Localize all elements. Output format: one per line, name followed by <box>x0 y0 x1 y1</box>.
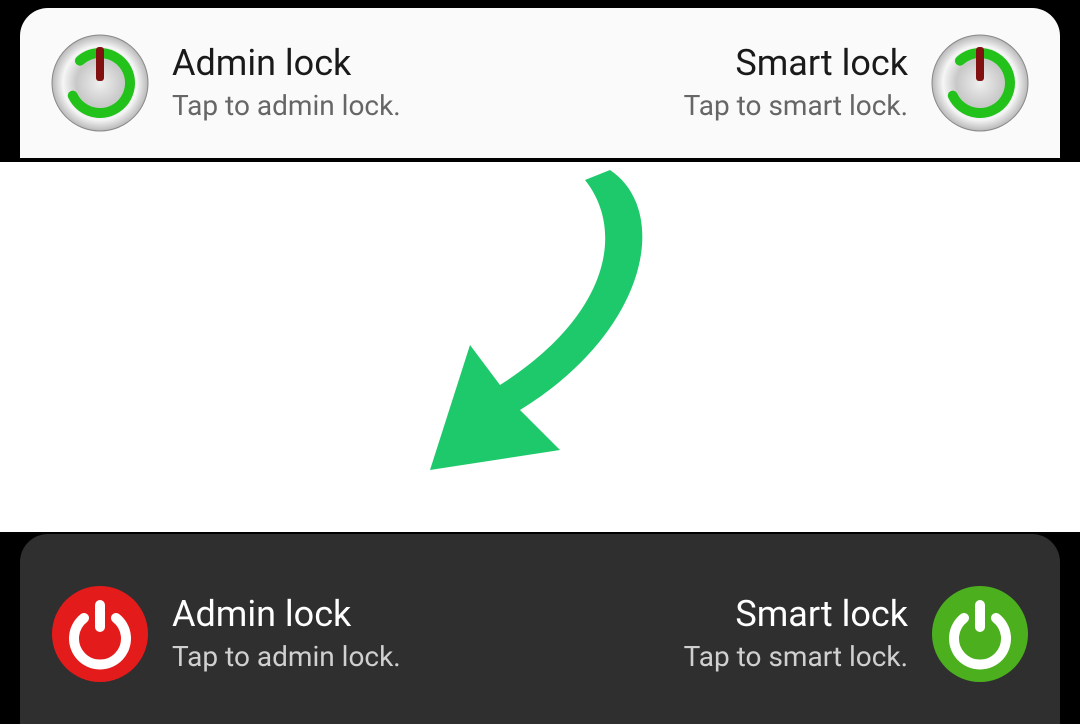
lock-panel-before: Admin lock Tap to admin lock. Smart lock… <box>20 8 1060 158</box>
admin-lock-title: Admin lock <box>172 44 401 84</box>
smart-lock-title: Smart lock <box>684 595 908 635</box>
background-white <box>0 162 1080 532</box>
admin-lock-subtitle: Tap to admin lock. <box>172 640 401 673</box>
admin-lock-button-before[interactable]: Admin lock Tap to admin lock. <box>50 33 401 133</box>
smart-lock-subtitle: Tap to smart lock. <box>684 640 908 673</box>
lock-panel-after: Admin lock Tap to admin lock. Smart lock… <box>20 534 1060 724</box>
admin-lock-title: Admin lock <box>172 595 401 635</box>
smart-lock-title: Smart lock <box>684 44 908 84</box>
smart-lock-subtitle: Tap to smart lock. <box>684 89 908 122</box>
admin-lock-button-after[interactable]: Admin lock Tap to admin lock. <box>50 584 401 684</box>
power-icon <box>930 33 1030 133</box>
smart-lock-button-before[interactable]: Smart lock Tap to smart lock. <box>684 33 1030 133</box>
power-off-icon <box>50 584 150 684</box>
power-icon <box>50 33 150 133</box>
admin-lock-subtitle: Tap to admin lock. <box>172 89 401 122</box>
smart-lock-button-after[interactable]: Smart lock Tap to smart lock. <box>684 584 1030 684</box>
power-on-icon <box>930 584 1030 684</box>
